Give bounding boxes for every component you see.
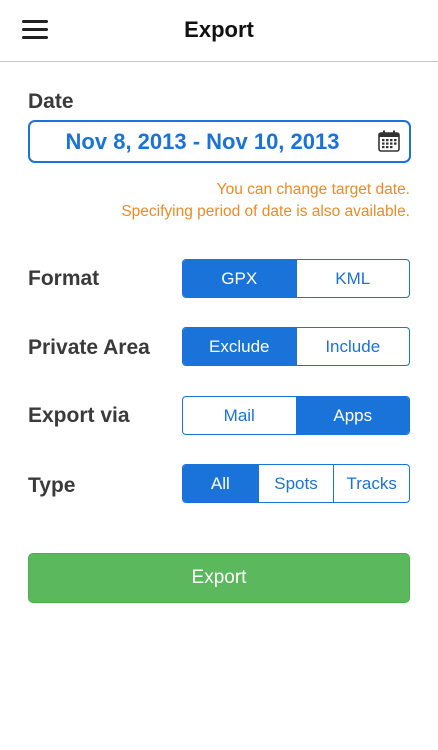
format-segmented-control: GPX KML (182, 259, 410, 298)
calendar-icon[interactable] (377, 129, 401, 153)
navigation-bar: Export (0, 0, 438, 62)
type-option-tracks[interactable]: Tracks (333, 465, 409, 502)
date-range-field[interactable]: Nov 8, 2013 - Nov 10, 2013 (28, 120, 411, 163)
export-via-segmented-control: Mail Apps (182, 396, 410, 435)
export-via-option-mail[interactable]: Mail (183, 397, 296, 434)
date-range-value: Nov 8, 2013 - Nov 10, 2013 (65, 129, 340, 154)
date-hint-line-1: You can change target date. (216, 181, 410, 198)
type-option-spots[interactable]: Spots (257, 465, 334, 502)
type-segmented-control: All Spots Tracks (182, 464, 410, 503)
type-option-all[interactable]: All (183, 465, 258, 502)
date-hint-line-2: Specifying period of date is also availa… (121, 203, 410, 220)
format-option-gpx[interactable]: GPX (183, 260, 296, 297)
date-label: Date (28, 90, 74, 113)
format-label: Format (28, 267, 100, 290)
private-area-label: Private Area (28, 336, 150, 359)
private-area-option-exclude[interactable]: Exclude (183, 328, 296, 365)
export-button[interactable]: Export (28, 553, 410, 603)
private-area-segmented-control: Exclude Include (182, 327, 410, 366)
format-option-kml[interactable]: KML (295, 260, 410, 297)
private-area-option-include[interactable]: Include (295, 328, 410, 365)
export-via-label: Export via (28, 404, 130, 427)
type-label: Type (28, 474, 76, 497)
page-title: Export (184, 17, 254, 42)
export-via-option-apps[interactable]: Apps (295, 397, 409, 434)
